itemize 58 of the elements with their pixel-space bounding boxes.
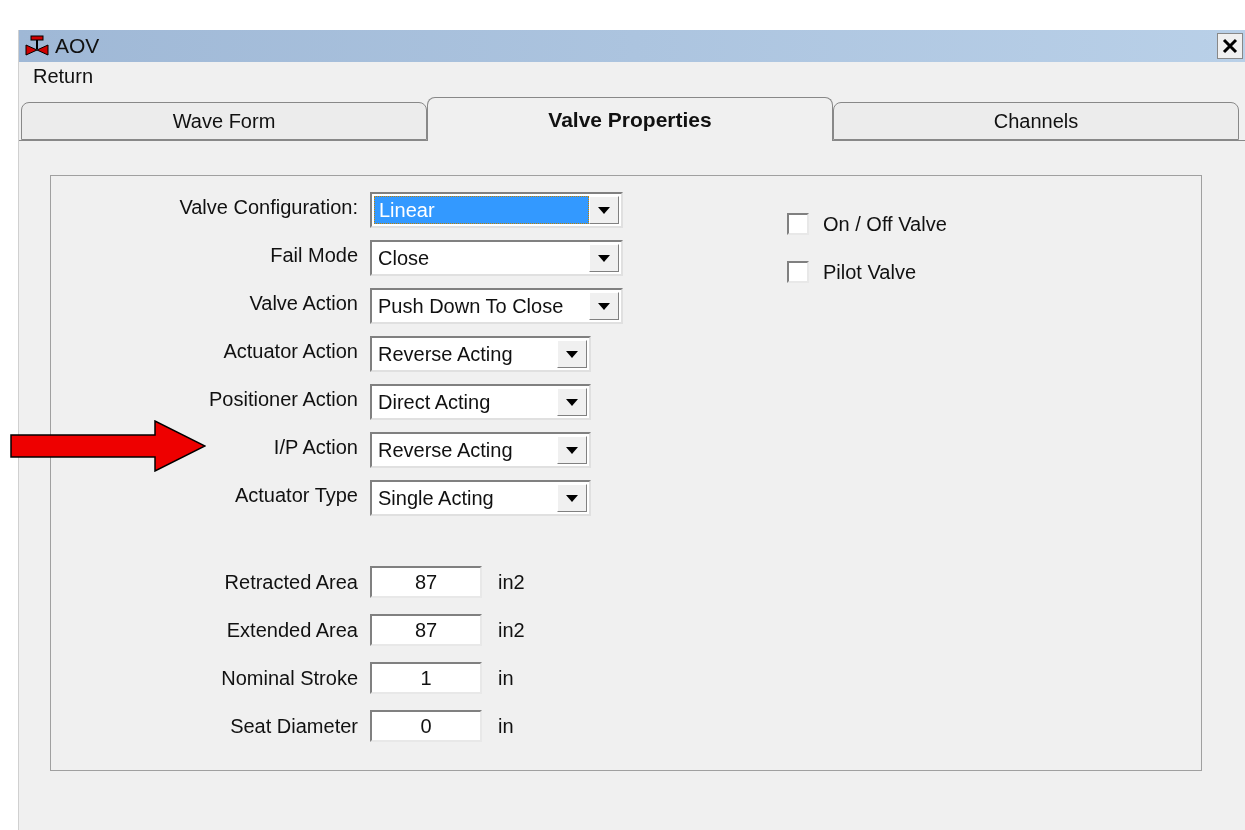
tab[interactable]: Wave Form — [21, 102, 427, 140]
dropdown-arrow-button[interactable] — [589, 196, 619, 224]
close-icon — [1222, 38, 1238, 54]
caret-icon — [598, 206, 610, 214]
checkbox[interactable] — [787, 261, 809, 283]
dropdown-arrow-button[interactable] — [589, 244, 619, 272]
dropdown-value: Direct Acting — [377, 390, 492, 415]
field-label: Retracted Area — [223, 570, 358, 595]
window-title: AOV — [55, 33, 100, 60]
unit-label: in2 — [498, 570, 525, 595]
field-label: Seat Diameter — [229, 714, 358, 739]
checkbox-label: Pilot Valve — [823, 260, 916, 285]
dropdown-arrow-button[interactable] — [589, 292, 619, 320]
input-field[interactable]: 0 — [370, 710, 482, 742]
dropdown[interactable]: Push Down To Close — [370, 288, 623, 324]
dropdown-arrow-button[interactable] — [557, 388, 587, 416]
dropdown[interactable]: Direct Acting — [370, 384, 591, 420]
checkbox-label: On / Off Valve — [823, 212, 947, 237]
caret-icon — [566, 350, 578, 358]
caret-icon — [598, 302, 610, 310]
field-label: I/P Action — [272, 435, 358, 460]
valve-icon — [25, 35, 49, 57]
caret-icon — [566, 398, 578, 406]
field-label: Actuator Type — [233, 483, 358, 508]
dropdown[interactable]: Reverse Acting — [370, 336, 591, 372]
dropdown-arrow-button[interactable] — [557, 484, 587, 512]
dropdown-value: Linear — [374, 196, 589, 224]
unit-label: in2 — [498, 618, 525, 643]
field-label: Valve Configuration: — [178, 195, 358, 220]
dropdown-value: Single Acting — [377, 486, 495, 511]
caret-icon — [598, 254, 610, 262]
caret-icon — [566, 446, 578, 454]
checkbox[interactable] — [787, 213, 809, 235]
dropdown-arrow-button[interactable] — [557, 340, 587, 368]
field-label: Valve Action — [248, 291, 358, 316]
dropdown-value: Push Down To Close — [377, 294, 565, 319]
input-field[interactable]: 1 — [370, 662, 482, 694]
input-field[interactable]: 87 — [370, 614, 482, 646]
tab[interactable]: Valve Properties — [427, 97, 833, 141]
unit-label: in — [498, 714, 514, 739]
dropdown-value: Reverse Acting — [377, 438, 514, 463]
field-label: Actuator Action — [222, 339, 358, 364]
close-button[interactable] — [1217, 33, 1243, 59]
dropdown[interactable]: Reverse Acting — [370, 432, 591, 468]
dropdown[interactable]: Single Acting — [370, 480, 591, 516]
field-label: Positioner Action — [208, 387, 358, 412]
caret-icon — [566, 494, 578, 502]
dropdown[interactable]: Close — [370, 240, 623, 276]
unit-label: in — [498, 666, 514, 691]
field-label: Extended Area — [225, 618, 358, 643]
tab[interactable]: Channels — [833, 102, 1239, 140]
dropdown-value: Close — [377, 246, 431, 271]
dropdown-value: Reverse Acting — [377, 342, 514, 367]
dropdown-arrow-button[interactable] — [557, 436, 587, 464]
field-label: Fail Mode — [269, 243, 358, 268]
input-field[interactable]: 87 — [370, 566, 482, 598]
field-label: Nominal Stroke — [220, 666, 358, 691]
menu-item[interactable]: Return — [33, 61, 94, 91]
